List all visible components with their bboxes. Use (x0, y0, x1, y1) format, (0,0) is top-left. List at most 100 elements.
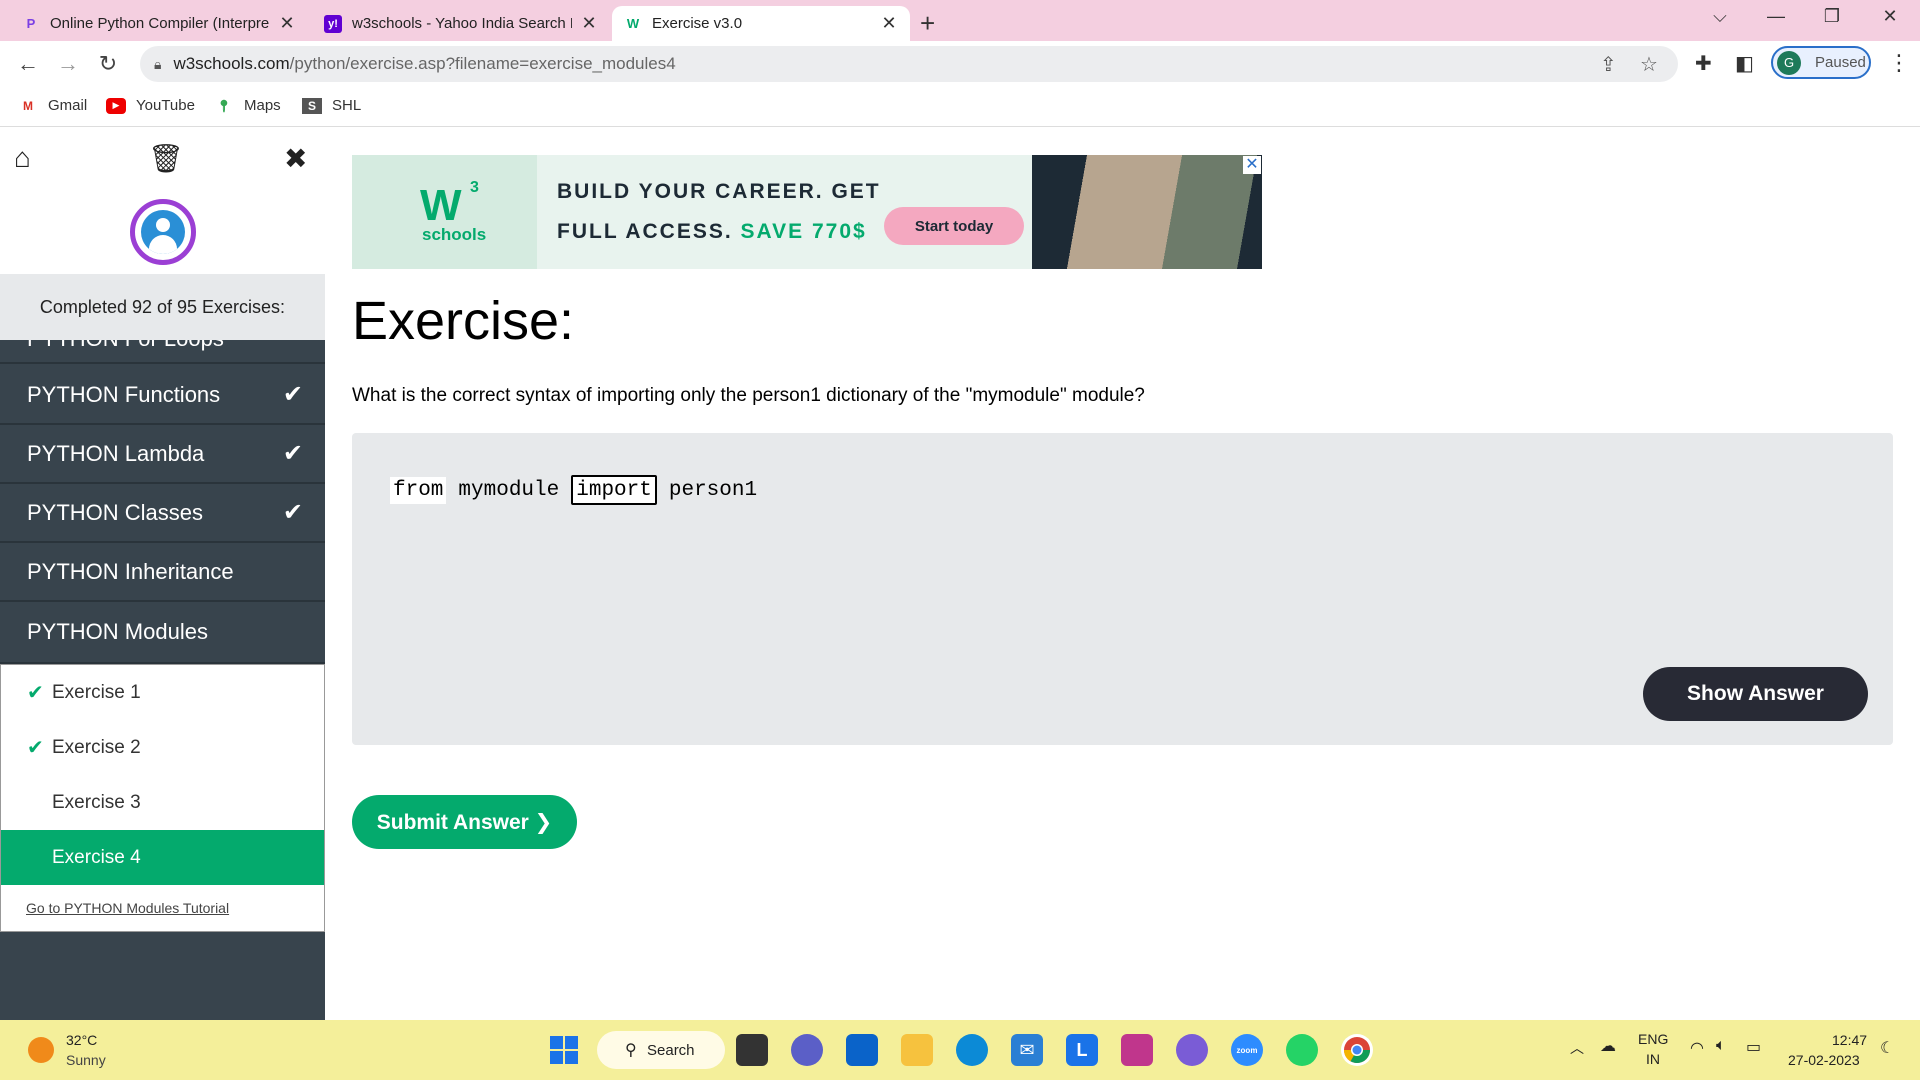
bookmark-label: Maps (244, 97, 281, 114)
language-region[interactable]: IN (1646, 1051, 1660, 1067)
home-icon[interactable]: ⌂ (14, 142, 31, 174)
show-hidden-icons-icon[interactable]: ︿ (1570, 1038, 1584, 1058)
logo-w: W (420, 181, 462, 230)
share-icon[interactable]: ⇪ (1600, 52, 1617, 77)
close-tab-icon[interactable]: ✕ (880, 13, 898, 34)
maps-icon: 📍︎ (216, 98, 232, 113)
shl-icon: S (302, 97, 322, 114)
zoom-icon[interactable]: zoom (1231, 1034, 1263, 1066)
file-explorer-icon[interactable] (901, 1034, 933, 1066)
profile-button[interactable]: G Paused (1771, 46, 1871, 79)
weather-temperature[interactable]: 32°C (66, 1032, 97, 1048)
microsoft-store-icon[interactable] (846, 1034, 878, 1066)
sidebar-item-inheritance[interactable]: PYTHON Inheritance (0, 543, 325, 602)
close-tab-icon[interactable]: ✕ (278, 13, 296, 34)
checkmark-icon: ✔ (27, 737, 44, 759)
close-window-icon[interactable]: ✕ (1870, 6, 1910, 27)
bookmark-shl[interactable]: S SHL (302, 97, 361, 114)
logo-sup: 3 (470, 179, 479, 196)
whatsapp-icon[interactable] (1286, 1034, 1318, 1066)
exercise-item-1[interactable]: ✔ Exercise 1 (1, 665, 324, 720)
exercise-label: Exercise 3 (52, 791, 141, 813)
side-panel-icon[interactable]: ◧ (1735, 51, 1754, 76)
bookmark-star-icon[interactable]: ☆ (1640, 52, 1658, 77)
menu-kebab-icon[interactable]: ⋮ (1888, 50, 1910, 76)
bookmark-youtube[interactable]: ▶ YouTube (106, 97, 195, 114)
tab-online-python-compiler[interactable]: P Online Python Compiler (Interpre ✕ (10, 6, 308, 41)
sidebar-item-functions[interactable]: PYTHON Functions ✔ (0, 366, 325, 425)
mail-icon[interactable]: ✉ (1011, 1034, 1043, 1066)
checkmark-icon: ✔ (282, 381, 303, 408)
sidebar-item-classes[interactable]: PYTHON Classes ✔ (0, 484, 325, 543)
show-answer-button[interactable]: Show Answer (1643, 667, 1868, 721)
back-icon[interactable]: ← (14, 51, 42, 77)
address-bar[interactable]: 🔒︎ w3schools.com/python/exercise.asp?fil… (140, 46, 1678, 82)
w3schools-logo: W 3 schools (352, 155, 537, 269)
language-eng[interactable]: ENG (1638, 1031, 1668, 1047)
close-tab-icon[interactable]: ✕ (580, 13, 598, 34)
tab-search-chevron-icon[interactable]: ⌵ (1700, 6, 1740, 27)
sidebar-item-for-loops[interactable]: PYTHON For Loops (0, 340, 325, 364)
copilot-icon[interactable] (1176, 1034, 1208, 1066)
ad-close-icon[interactable]: ✕ (1243, 156, 1261, 174)
bookmark-gmail[interactable]: M Gmail (18, 97, 87, 114)
exercise-item-3[interactable]: Exercise 3 (1, 775, 324, 830)
tutorial-link[interactable]: Go to PYTHON Modules Tutorial (26, 900, 229, 916)
ad-headline-2: FULL ACCESS. SAVE 770$ (557, 220, 867, 244)
close-icon[interactable]: ✖ (284, 142, 307, 175)
bookmark-label: SHL (332, 97, 362, 114)
teams-chat-icon[interactable] (791, 1034, 823, 1066)
submit-answer-button[interactable]: Submit Answer ❯ (352, 795, 577, 849)
restore-icon[interactable]: ❐ (1812, 6, 1852, 27)
minimize-icon[interactable]: — (1756, 6, 1796, 27)
exercise-list: ✔ Exercise 1 ✔ Exercise 2 Exercise 3 Exe… (0, 664, 325, 932)
answer-input[interactable]: import (571, 475, 657, 505)
w3schools-favicon-icon: W (626, 16, 640, 31)
sun-icon[interactable] (28, 1037, 54, 1063)
extensions-puzzle-icon[interactable]: ✚ (1695, 51, 1712, 76)
ad-banner[interactable]: W 3 schools BUILD YOUR CAREER. GET FULL … (352, 155, 1262, 269)
avatar: G (1777, 50, 1801, 75)
search-icon: ⚲ (625, 1042, 637, 1059)
bookmark-maps[interactable]: 📍︎ Maps (214, 97, 281, 114)
windows-taskbar: 32°C Sunny ⚲ Search ✉ L zoom ︿ ☁ ENG IN … (0, 1020, 1920, 1080)
battery-icon[interactable]: ▭ (1746, 1037, 1761, 1057)
clock-time[interactable]: 12:47 (1832, 1032, 1867, 1048)
start-windows-icon[interactable] (548, 1034, 580, 1066)
reload-icon[interactable]: ↻ (94, 51, 122, 77)
tab-title: Online Python Compiler (Interpre (50, 15, 270, 32)
sidebar-item-label: PYTHON Lambda (27, 440, 205, 466)
chrome-icon[interactable] (1341, 1034, 1373, 1066)
tab-yahoo-search[interactable]: y! w3schools - Yahoo India Search R ✕ (312, 6, 610, 41)
task-view-icon[interactable] (736, 1034, 768, 1066)
weather-description[interactable]: Sunny (66, 1052, 106, 1068)
new-tab-icon[interactable]: + (920, 8, 935, 39)
tab-title: w3schools - Yahoo India Search R (352, 15, 572, 32)
checkmark-icon: ✔ (282, 499, 303, 526)
code-exercise-box: from mymodule import person1 Show Answer (352, 433, 1893, 745)
forward-icon[interactable]: → (54, 51, 82, 77)
sidebar-header: ⌂ 🗑︎ ✖ (0, 128, 325, 274)
exercise-item-4[interactable]: Exercise 4 (1, 830, 324, 885)
trash-icon[interactable]: 🗑︎ (148, 142, 184, 175)
photo-app-icon[interactable] (1121, 1034, 1153, 1066)
completed-count: Completed 92 of 95 Exercises: (0, 274, 325, 340)
tab-exercise[interactable]: W Exercise v3.0 ✕ (612, 6, 910, 41)
sidebar-item-label: PYTHON Inheritance (27, 558, 234, 584)
profile-status: Paused (1815, 54, 1866, 71)
volume-icon[interactable]: 🔈︎ (1716, 1037, 1726, 1055)
start-today-button[interactable]: Start today (884, 207, 1024, 245)
l-app-icon[interactable]: L (1066, 1034, 1098, 1066)
wifi-icon[interactable]: ◠ (1690, 1038, 1704, 1058)
sidebar-item-lambda[interactable]: PYTHON Lambda ✔ (0, 425, 325, 484)
notifications-icon[interactable]: ☾ (1880, 1038, 1894, 1058)
ad-save-amount: SAVE 770$ (740, 220, 867, 243)
yahoo-favicon-icon: y! (324, 14, 342, 33)
taskbar-search[interactable]: ⚲ Search (597, 1031, 725, 1069)
onedrive-cloud-icon[interactable]: ☁ (1600, 1036, 1616, 1056)
sidebar-item-modules[interactable]: PYTHON Modules (0, 602, 325, 664)
user-avatar-icon[interactable] (130, 199, 196, 265)
clock-date[interactable]: 27-02-2023 (1788, 1052, 1860, 1068)
exercise-item-2[interactable]: ✔ Exercise 2 (1, 720, 324, 775)
edge-browser-icon[interactable] (956, 1034, 988, 1066)
